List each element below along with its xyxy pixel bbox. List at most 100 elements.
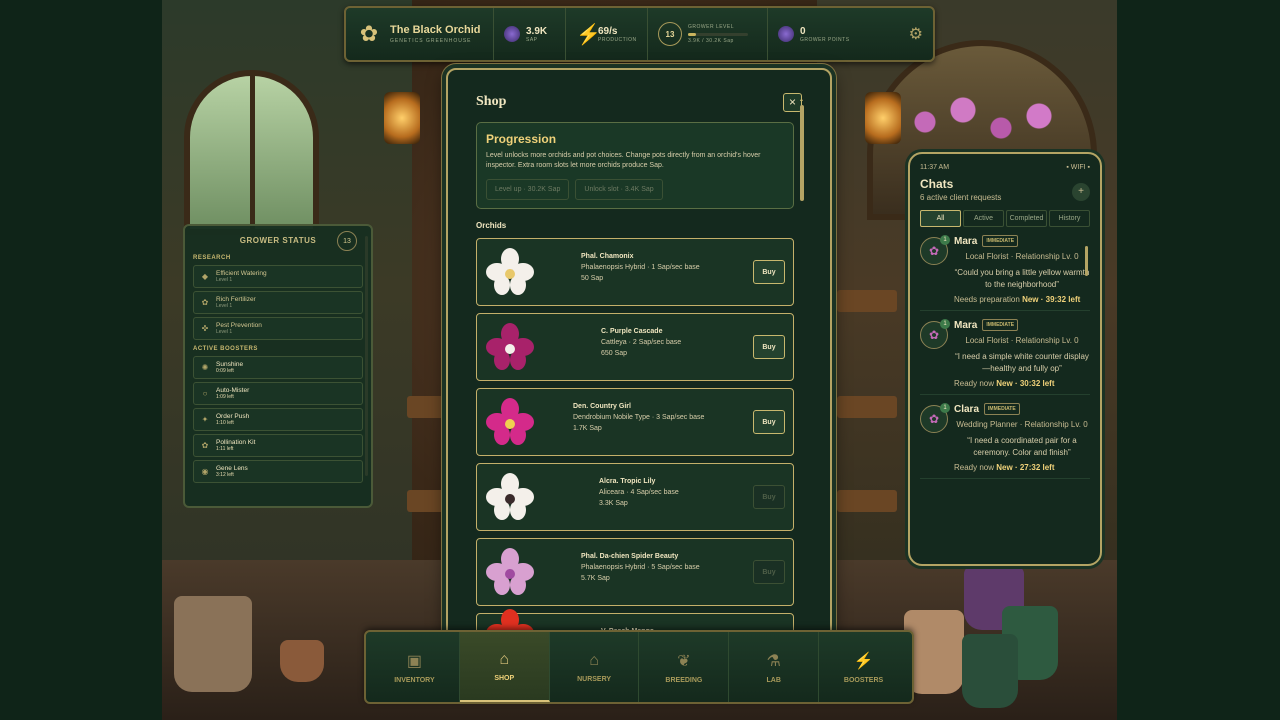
research-item[interactable]: ◆ Efficient Watering Level 1 (193, 265, 363, 288)
chat-item[interactable]: ✿ 1 Mara IMMEDIATE Local Florist · Relations… (920, 319, 1090, 395)
scroll-up-icon[interactable]: ▲ (799, 97, 804, 103)
nav-label: INVENTORY (394, 676, 435, 684)
nav-shop[interactable]: ⌂ SHOP (459, 632, 550, 702)
unread-count-badge: 1 (940, 403, 950, 413)
chat-quote: “I need a simple white counter display—h… (955, 352, 1089, 373)
chat-role: Local Florist · Relationship Lv. 0 (965, 336, 1079, 345)
tab-all[interactable]: All (920, 210, 961, 227)
chat-status: Ready now New · 30:32 left (954, 379, 1090, 388)
nav-inventory[interactable]: ▣ INVENTORY (370, 632, 460, 702)
research-item[interactable]: ✜ Pest Prevention Level 1 (193, 317, 363, 340)
orchid-info: Den. Country Girl Dendrobium Nobile Type … (573, 403, 704, 432)
grower-points-value: 0 (800, 25, 806, 37)
production-label: PRODUCTION (598, 36, 637, 43)
grower-scrollbar[interactable] (365, 236, 368, 476)
urgency-badge: IMMEDIATE (984, 403, 1020, 415)
chat-status-text: Needs preparation (954, 295, 1020, 304)
orchid-type: Dendrobium Nobile Type · 3 Sap/sec base (573, 414, 705, 421)
buy-button[interactable]: Buy (753, 335, 785, 359)
nav-lab[interactable]: ⚗ LAB (729, 632, 820, 702)
top-hud: ✿ The Black Orchid GENETICS GREENHOUSE 3… (344, 6, 935, 62)
research-item[interactable]: ✿ Rich Fertilizer Level 1 (193, 291, 363, 314)
orchid-name: Phal. Da-chien Spider Beauty (581, 553, 679, 560)
boosters-item[interactable]: ✿ Pollination Kit 1:11 left (193, 434, 363, 457)
tab-active[interactable]: Active (963, 210, 1004, 227)
gear-icon[interactable]: ⚙ (909, 24, 923, 44)
level-up-button[interactable]: Level up · 30.2K Sap (486, 179, 570, 200)
tab-completed[interactable]: Completed (1006, 210, 1047, 227)
grower-level-stat: 13 GROWER LEVEL 3.9K / 30.2K Sap (648, 8, 768, 60)
chat-quote: “Could you bring a little yellow warmth … (954, 268, 1090, 289)
nav-breeding[interactable]: ❦ BREEDING (639, 632, 730, 702)
chat-body: Mara IMMEDIATE Local Florist · Relationshi… (954, 235, 1090, 304)
scroll-thumb[interactable] (800, 105, 804, 201)
orchid-card[interactable]: Alcra. Tropic Lily Aliceara · 4 Sap/sec b… (476, 463, 794, 531)
brand-subtitle: GENETICS GREENHOUSE (390, 38, 472, 44)
orchids-heading: Orchids (476, 221, 507, 230)
research-sub: Level 1 (216, 277, 233, 283)
orchid-name: Phal. Chamonix (581, 253, 634, 260)
orchid-card[interactable]: C. Purple Cascade Cattleya · 2 Sap/sec ba… (476, 313, 794, 381)
orchid-flower-image (485, 397, 535, 447)
production-value: 69/s (598, 25, 618, 37)
chat-status-text: Ready now (954, 379, 995, 388)
lightning-icon: ⚡ (853, 652, 874, 670)
grower-level-label: GROWER LEVEL (688, 24, 735, 30)
shop-modal: Shop × ▲ ▼ Progression Level unlocks mor… (446, 68, 832, 652)
leaf-icon: ✿ (201, 298, 209, 307)
buy-button[interactable]: Buy (753, 560, 785, 584)
tab-history[interactable]: History (1049, 210, 1090, 227)
orchid-card[interactable]: Den. Country Girl Dendrobium Nobile Type … (476, 388, 794, 456)
nav-nursery[interactable]: ⌂ NURSERY (550, 632, 640, 702)
unread-count-badge: 1 (940, 319, 950, 329)
sap-stat: 3.9K SAP (494, 8, 566, 60)
chat-item[interactable]: ✿ 1 Mara IMMEDIATE Local Florist · Relations… (920, 235, 1090, 311)
sap-value: 3.9K (526, 25, 548, 37)
lens-icon: ◉ (201, 467, 209, 476)
shop-icon: ⌂ (499, 650, 510, 668)
buy-button[interactable]: Buy (753, 410, 785, 434)
new-chat-button[interactable]: + (1072, 183, 1090, 201)
nav-label: SHOP (494, 674, 515, 682)
boosters-item[interactable]: ✦ Order Push 1:10 left (193, 408, 363, 431)
nav-boosters[interactable]: ⚡ BOOSTERS (819, 632, 908, 702)
boosters-sub: 0:09 left (216, 368, 234, 374)
scene-pot (280, 640, 324, 682)
orchid-card[interactable]: Phal. Chamonix Phalaenopsis Hybrid · 1 Sa… (476, 238, 794, 306)
scene-lantern-left (384, 92, 420, 144)
scene-lantern-right (865, 92, 901, 144)
grower-level-badge: 13 (658, 22, 682, 46)
xp-progress-bar (688, 33, 748, 36)
boosters-sub: 1:11 left (216, 446, 234, 452)
progression-title: Progression (486, 132, 557, 146)
orchid-icon: ✿ (928, 244, 940, 258)
boosters-item[interactable]: ◉ Gene Lens 3:12 left (193, 460, 363, 483)
orchid-info: Alcra. Tropic Lily Aliceara · 4 Sap/sec b… (599, 478, 679, 507)
boosters-item[interactable]: ✺ Sunshine 0:09 left (193, 356, 363, 379)
boosters-sub: 1:10 left (216, 420, 234, 426)
boosters-name: Order Push (216, 413, 250, 420)
orchid-icon: ✿ (359, 21, 379, 46)
chats-scrollbar[interactable] (1085, 246, 1088, 276)
orchid-type: Cattleya · 2 Sap/sec base (601, 339, 682, 346)
sprout-icon: ❦ (677, 652, 691, 670)
boosters-item[interactable]: ○ Auto-Mister 1:09 left (193, 382, 363, 405)
scene-shelf (837, 290, 897, 312)
unlock-slot-button[interactable]: Unlock slot · 3.4K Sap (575, 179, 663, 200)
shop-scrollbar[interactable]: ▲ ▼ (799, 97, 804, 639)
chat-item[interactable]: ✿ 1 Clara IMMEDIATE Wedding Planner · Relati… (920, 403, 1090, 479)
chat-name: Mara (954, 319, 978, 331)
avatar: ✿ 1 (920, 319, 950, 349)
buy-button[interactable]: Buy (753, 485, 785, 509)
scene-pot (174, 596, 252, 692)
scene-window (184, 70, 319, 235)
nav-label: BREEDING (665, 676, 703, 684)
orchid-type: Phalaenopsis Hybrid · 1 Sap/sec base (581, 264, 700, 271)
chat-name-row: Mara IMMEDIATE (954, 319, 1090, 331)
buy-button[interactable]: Buy (753, 260, 785, 284)
scene-shelf (837, 396, 897, 418)
grower-status-title: GROWER STATUS (239, 236, 317, 245)
orchid-card[interactable]: Phal. Da-chien Spider Beauty Phalaenopsis… (476, 538, 794, 606)
xp-text: 3.9K / 30.2K Sap (688, 38, 734, 44)
orchid-price: 50 Sap (581, 275, 604, 282)
